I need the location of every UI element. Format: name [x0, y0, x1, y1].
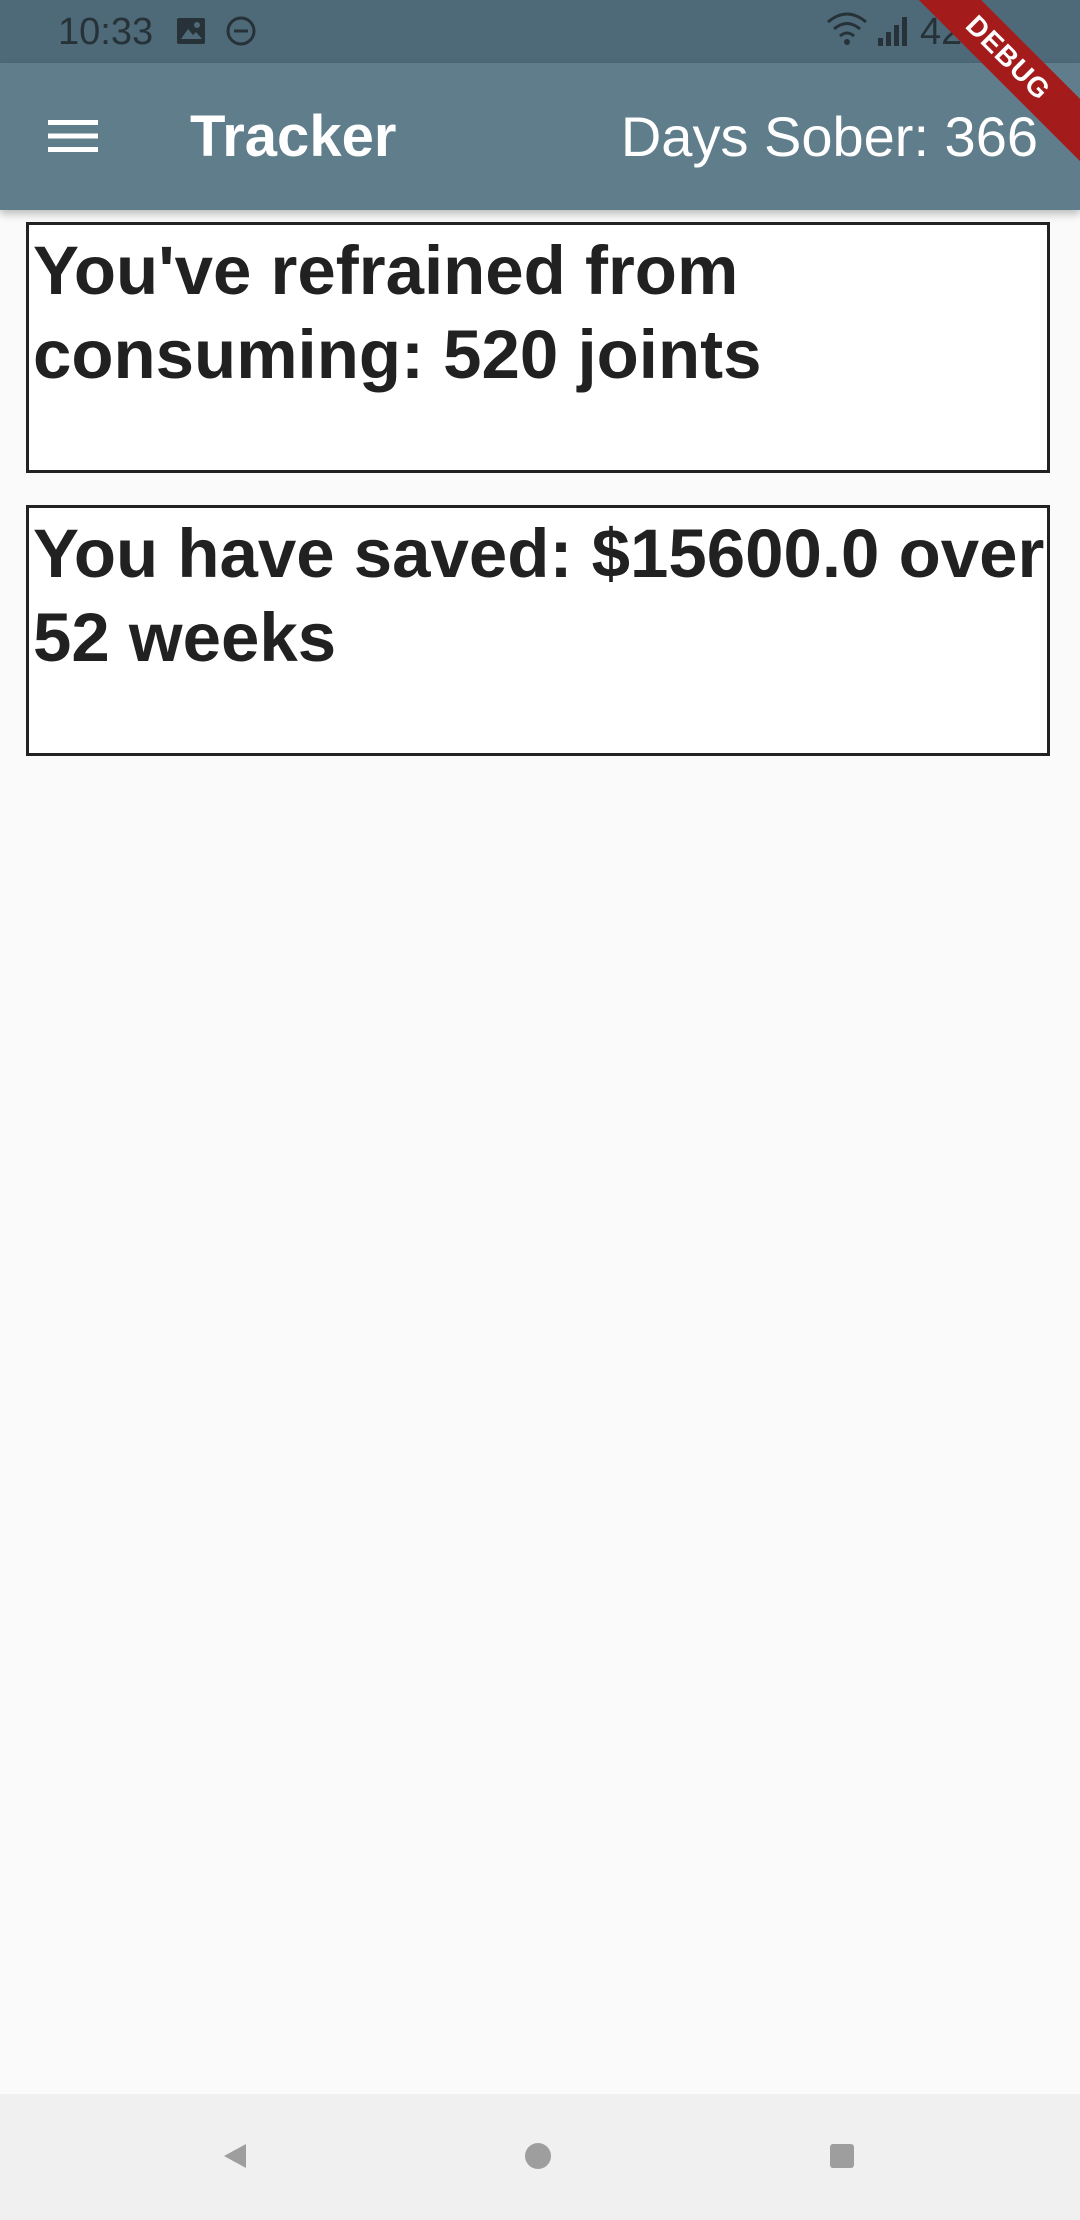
recents-icon[interactable] [829, 2143, 855, 2169]
menu-button[interactable] [30, 93, 116, 179]
system-nav-bar [0, 2094, 1080, 2220]
dnd-icon [226, 16, 256, 46]
back-icon[interactable] [222, 2142, 248, 2170]
joints-card: You've refrained from consuming: 520 joi… [26, 222, 1050, 473]
signal-icon [878, 17, 907, 46]
joints-refrained-text: You've refrained from consuming: 520 joi… [33, 232, 762, 393]
status-bar: 10:33 42 [0, 0, 1080, 63]
app-bar: Tracker Days Sober: 366 [0, 63, 1080, 210]
hamburger-menu-icon [48, 120, 98, 152]
days-sober-label: Days Sober: 366 [620, 105, 1038, 168]
wifi-icon [827, 12, 867, 45]
home-icon[interactable] [524, 2142, 552, 2170]
app-title: Tracker [190, 104, 397, 169]
image-icon [177, 18, 205, 44]
status-time: 10:33 [58, 11, 154, 53]
money-saved-text: You have saved: $15600.0 over 52 weeks [33, 515, 1045, 676]
battery-level: 42 [920, 11, 963, 53]
savings-card: You have saved: $15600.0 over 52 weeks [26, 505, 1050, 756]
